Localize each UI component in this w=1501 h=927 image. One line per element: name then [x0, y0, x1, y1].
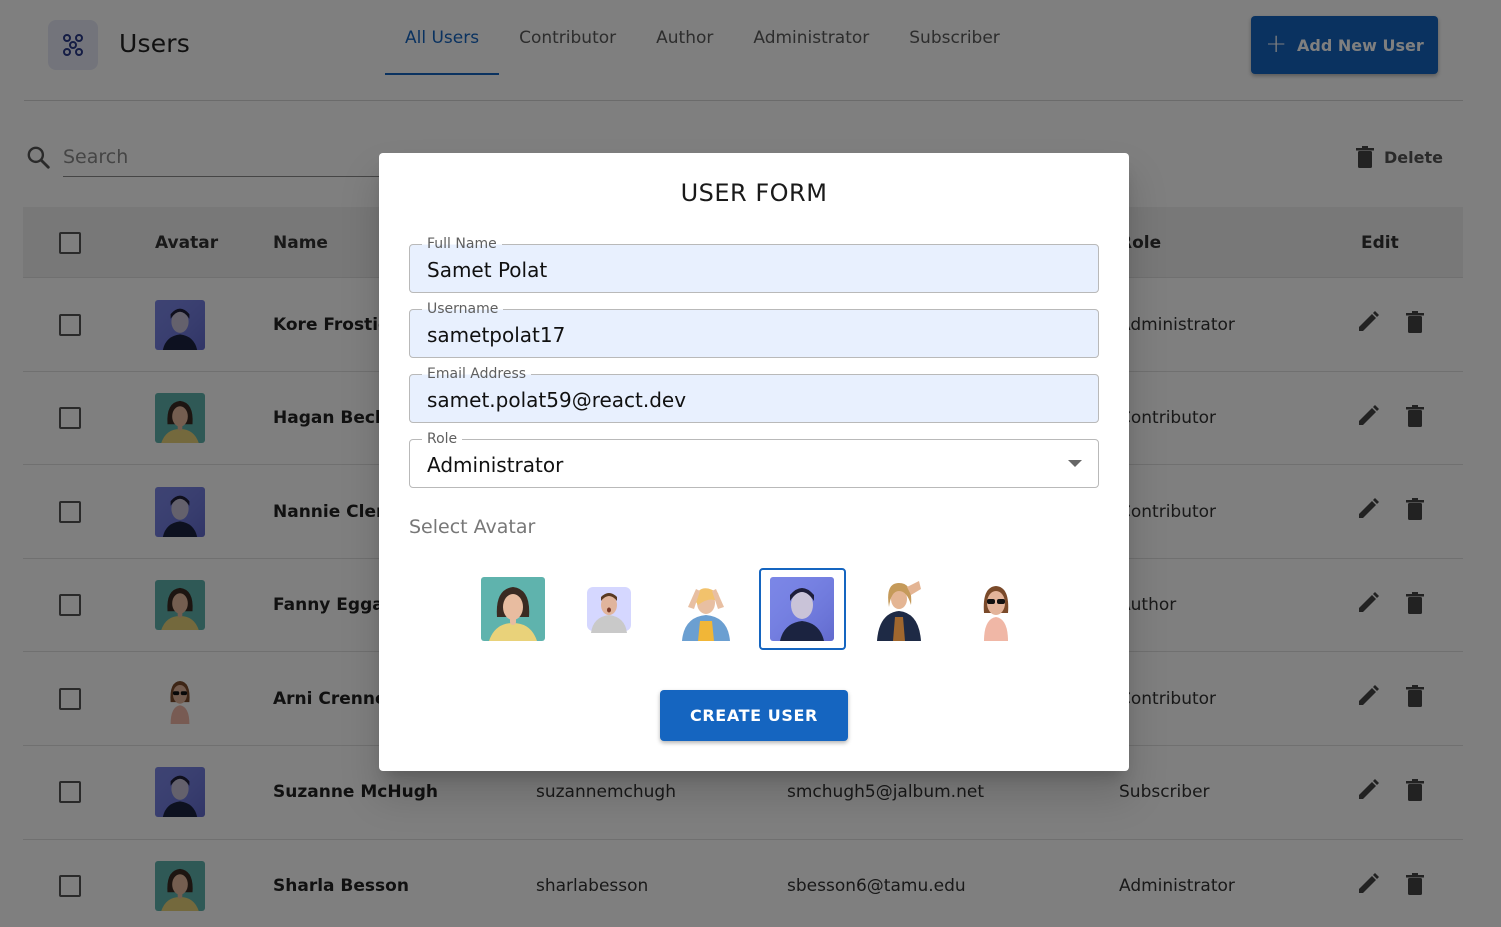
dropdown-arrow-icon	[1068, 460, 1082, 467]
avatar-jacket-woman-image	[867, 577, 931, 641]
avatar-option-2[interactable]	[577, 577, 641, 641]
avatar-option-6[interactable]	[964, 577, 1028, 641]
username-field[interactable]: Username sametpolat17	[409, 300, 1099, 358]
role-value: Administrator	[427, 452, 564, 477]
avatar-option-4[interactable]	[770, 577, 834, 641]
avatar-option-1[interactable]	[481, 577, 545, 641]
create-user-button[interactable]: CREATE USER	[660, 690, 848, 741]
avatar-teal-woman-image	[481, 577, 545, 641]
avatar-blue-portrait-image	[770, 577, 834, 641]
avatar-hoodie-man-image	[577, 577, 641, 641]
avatar-yellow-jacket-image	[674, 577, 738, 641]
avatar-sunglasses-woman-image	[964, 577, 1028, 641]
user-form-dialog: USER FORM Full Name Samet Polat Username…	[379, 153, 1129, 771]
full-name-value: Samet Polat	[427, 257, 548, 282]
full-name-field[interactable]: Full Name Samet Polat	[409, 235, 1099, 293]
role-select[interactable]: Role Administrator	[409, 430, 1099, 488]
email-field[interactable]: Email Address samet.polat59@react.dev	[409, 365, 1099, 423]
username-value: sametpolat17	[427, 322, 566, 347]
select-avatar-label: Select Avatar	[409, 516, 536, 538]
email-value: samet.polat59@react.dev	[427, 387, 687, 412]
avatar-option-3[interactable]	[674, 577, 738, 641]
dialog-title: USER FORM	[680, 179, 828, 207]
avatar-option-5[interactable]	[867, 577, 931, 641]
